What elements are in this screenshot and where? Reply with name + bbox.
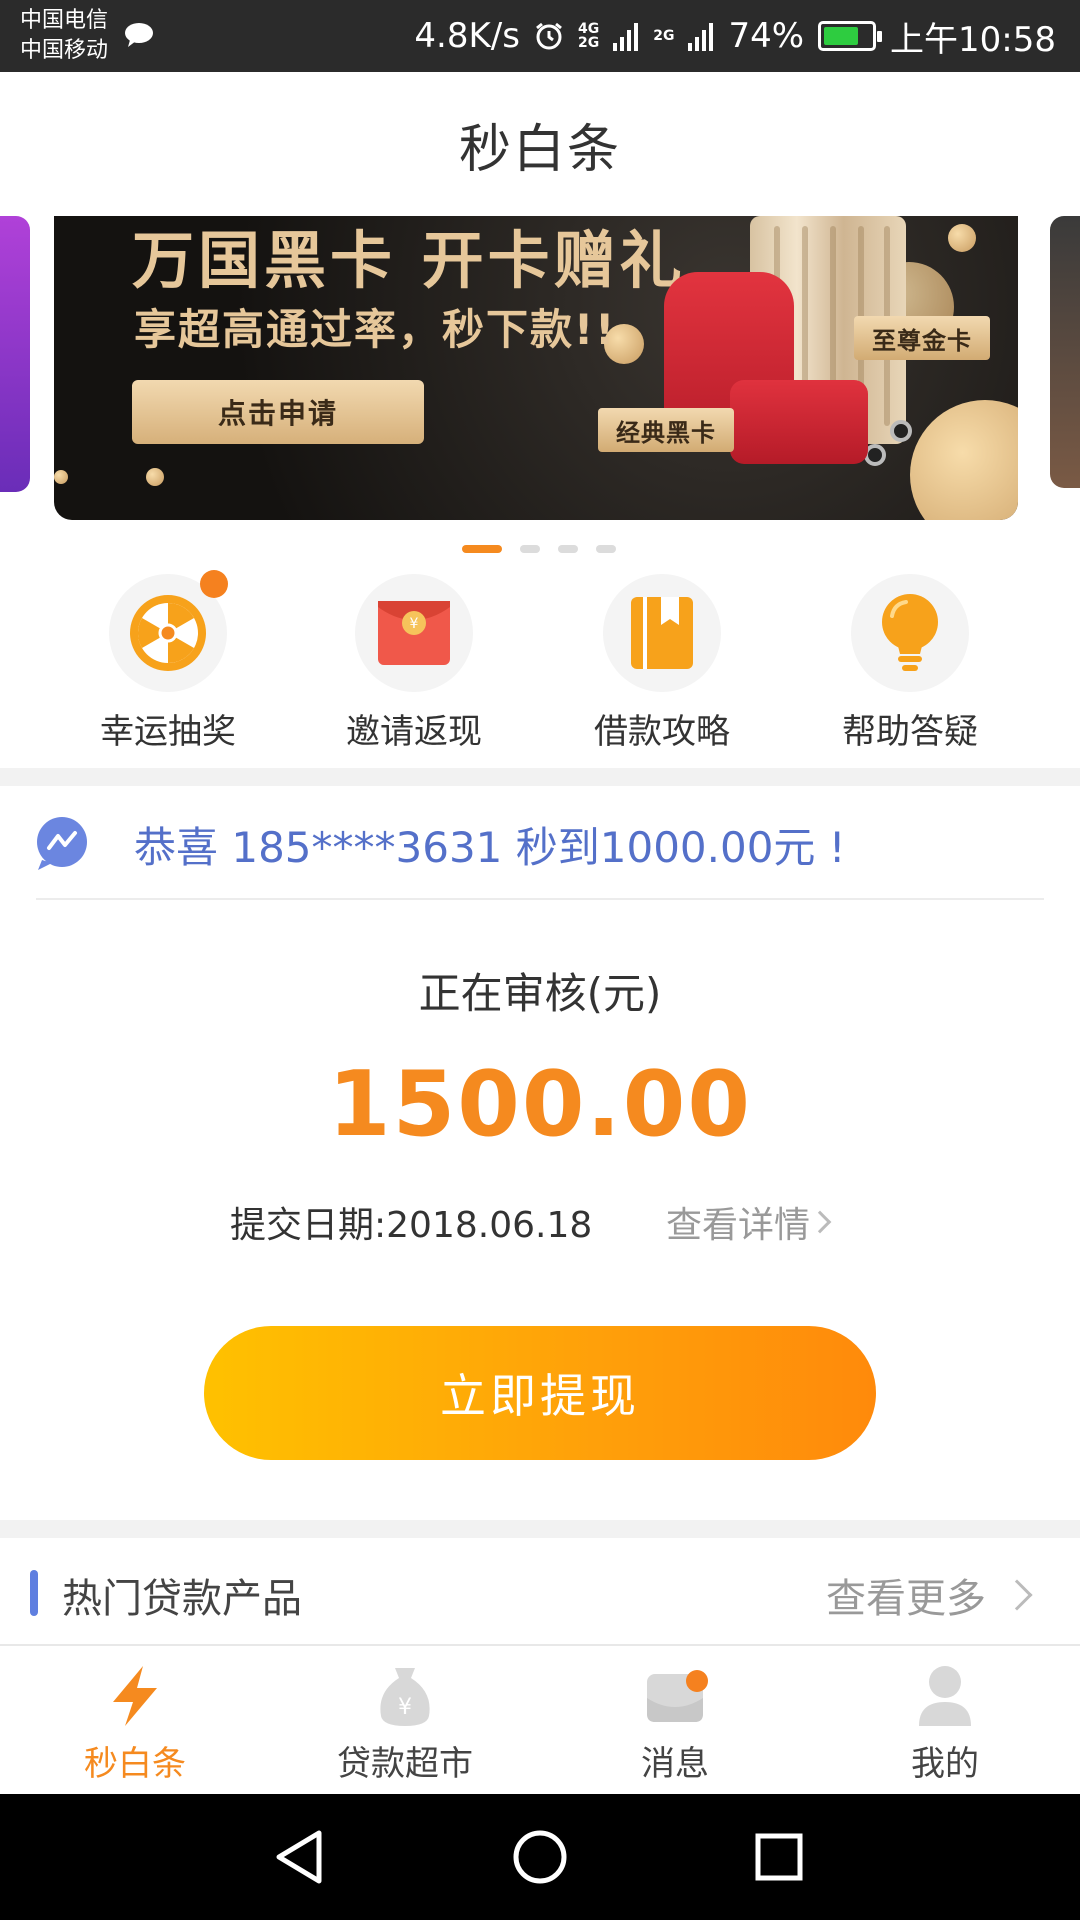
pouch-image: [730, 380, 868, 464]
alarm-icon: [536, 22, 562, 50]
network-type-2: 2G: [653, 28, 675, 44]
gold-card-tag: 至尊金卡: [854, 316, 990, 360]
megaphone-chat-icon: [37, 817, 87, 870]
view-details-link[interactable]: 查看详情: [666, 1196, 832, 1248]
chat-notification-icon: [125, 23, 153, 47]
lightning-icon: [101, 1662, 169, 1730]
review-status-label: 正在审核(元): [418, 969, 662, 1018]
chevron-right-icon: [808, 1210, 832, 1234]
suitcase-wheel: [890, 420, 912, 442]
hot-products-title: 热门贷款产品: [62, 1576, 302, 1622]
tab-home[interactable]: 秒白条: [0, 1646, 270, 1796]
clock: 上午10:58: [890, 19, 1056, 60]
quick-item-label: 幸运抽奖: [100, 712, 236, 752]
banner-slide[interactable]: 万国黑卡 开卡赠礼 享超高通过率，秒下款!! 点击申请 至尊金卡 经典黑卡: [54, 216, 1018, 520]
decor-dot: [54, 470, 68, 484]
banner-prev-peek[interactable]: [0, 216, 30, 492]
network-speed: 4.8K/s: [414, 16, 520, 56]
guide-book-icon: [603, 574, 721, 692]
section-accent-bar: [30, 1570, 38, 1616]
see-more-link[interactable]: 查看更多: [826, 1566, 1033, 1624]
notice-bar[interactable]: 恭喜 185****3631 秒到1000.00元 !: [0, 786, 1080, 900]
quick-help-faq[interactable]: 帮助答疑: [786, 570, 1034, 752]
quick-invite-cashback[interactable]: ¥ 邀请返现: [290, 570, 538, 752]
page-title: 秒白条: [458, 119, 621, 180]
chevron-right-icon: [1001, 1579, 1033, 1611]
red-envelope-icon: ¥: [355, 574, 473, 692]
status-bar: 中国电信 中国移动 4.8K/s 4G 2G 2G 74% 上午10:58: [0, 0, 1080, 72]
quick-item-label: 借款攻略: [594, 712, 730, 752]
section-divider: [0, 1520, 1080, 1538]
battery-level: [824, 27, 859, 45]
pager-dot-1[interactable]: [462, 545, 502, 553]
tab-label: 秒白条: [84, 1744, 186, 1784]
banner-headline: 万国黑卡 开卡赠礼: [132, 224, 686, 297]
hot-products-header: 热门贷款产品 查看更多: [0, 1538, 1080, 1646]
quick-item-label: 邀请返现: [346, 712, 482, 752]
battery-percent: 74%: [728, 16, 805, 56]
tab-messages[interactable]: 消息: [540, 1646, 810, 1796]
carrier-1: 中国电信: [20, 8, 109, 33]
decor-dot: [948, 224, 976, 252]
carrier-info: 中国电信 中国移动: [20, 6, 108, 66]
submit-date: 提交日期:2018.06.18: [230, 1205, 593, 1246]
system-navigation-bar: [0, 1794, 1080, 1920]
signal-icon: [613, 23, 639, 51]
tab-label: 我的: [911, 1744, 979, 1784]
banner-apply-button[interactable]: 点击申请: [132, 380, 424, 444]
quick-loan-guide[interactable]: 借款攻略: [538, 570, 786, 752]
view-details-label: 查看详情: [666, 1205, 811, 1246]
carrier-2: 中国移动: [20, 38, 109, 63]
lightbulb-icon: [851, 574, 969, 692]
user-icon: [911, 1662, 979, 1730]
new-badge-dot: [200, 570, 228, 598]
money-bag-icon: ¥: [371, 1662, 439, 1730]
notice-text: 恭喜 185****3631 秒到1000.00元 !: [134, 823, 846, 872]
quick-menu: 幸运抽奖 ¥ 邀请返现 借款攻略 帮助答疑: [0, 570, 1080, 752]
recent-apps-icon[interactable]: [746, 1824, 812, 1890]
network-type-1-bottom: 2G: [577, 35, 600, 51]
decor-dot: [146, 468, 164, 486]
tab-label: 贷款超市: [337, 1744, 473, 1784]
quick-lucky-draw[interactable]: 幸运抽奖: [44, 570, 292, 752]
pager-dot-4[interactable]: [596, 545, 616, 553]
black-card-tag: 经典黑卡: [598, 408, 734, 452]
quick-item-label: 帮助答疑: [842, 712, 978, 752]
banner-subline: 享超高通过率，秒下款!!: [134, 305, 617, 354]
see-more-label: 查看更多: [826, 1576, 986, 1622]
signal-icon-2: [688, 23, 714, 51]
pager-dot-2[interactable]: [520, 545, 540, 553]
title-bar: 秒白条: [0, 72, 1080, 216]
review-amount: 1500.00: [328, 1052, 752, 1157]
home-icon[interactable]: [507, 1824, 573, 1890]
svg-text:¥: ¥: [410, 616, 419, 632]
banner-pager: [0, 545, 1080, 555]
divider: [36, 898, 1044, 900]
tab-loan-market[interactable]: ¥ 贷款超市: [270, 1646, 540, 1796]
back-icon[interactable]: [266, 1824, 332, 1890]
bottom-tab-bar: 秒白条 ¥ 贷款超市 消息 我的: [0, 1644, 1080, 1794]
tab-label: 消息: [641, 1744, 709, 1784]
network-type-1: 4G 2G: [578, 22, 599, 50]
battery-icon: [818, 21, 883, 51]
withdraw-button[interactable]: 立即提现: [204, 1326, 876, 1460]
banner-next-peek[interactable]: [1050, 216, 1080, 488]
tab-profile[interactable]: 我的: [810, 1646, 1080, 1796]
section-divider: [0, 768, 1080, 786]
decor-dot: [910, 400, 1018, 520]
svg-text:¥: ¥: [398, 1695, 412, 1720]
banner-carousel[interactable]: 万国黑卡 开卡赠礼 享超高通过率，秒下款!! 点击申请 至尊金卡 经典黑卡: [0, 216, 1080, 520]
pager-dot-3[interactable]: [558, 545, 578, 553]
network-type-1-top: 4G: [577, 21, 600, 37]
unread-badge-dot: [686, 1670, 708, 1692]
